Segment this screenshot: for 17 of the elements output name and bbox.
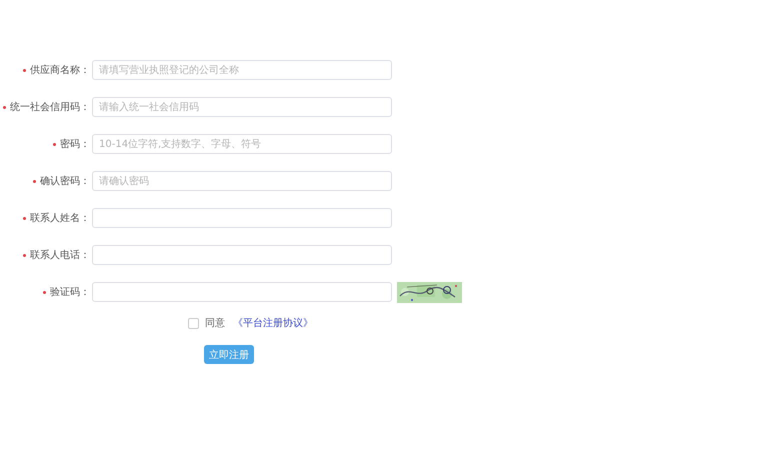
input-field[interactable]: 请输入统一社会信用码 [92, 97, 392, 117]
checkbox[interactable] [188, 318, 199, 328]
agreement-link[interactable]: 《平台注册协议》 [233, 316, 313, 330]
field-label: 统一社会信用码： [10, 100, 90, 114]
field-label: 确认密码： [40, 174, 90, 188]
input-field[interactable] [92, 245, 392, 265]
input-field[interactable] [92, 208, 392, 228]
field-label: 联系人电话： [30, 248, 90, 262]
input-field[interactable]: 请填写营业执照登记的公司全称 [92, 60, 392, 80]
input-field[interactable] [92, 282, 392, 302]
field-label: 联系人姓名： [30, 212, 90, 225]
field-label: 供应商名称： [30, 64, 90, 77]
agree-label: 同意 [205, 316, 225, 330]
input-field[interactable]: 10-14位字符,支持数字、字母、符号 [92, 134, 392, 154]
input-field[interactable]: 请确认密码 [92, 171, 392, 191]
field-label: 密码： [60, 138, 90, 151]
field-label: 验证码： [50, 286, 90, 299]
